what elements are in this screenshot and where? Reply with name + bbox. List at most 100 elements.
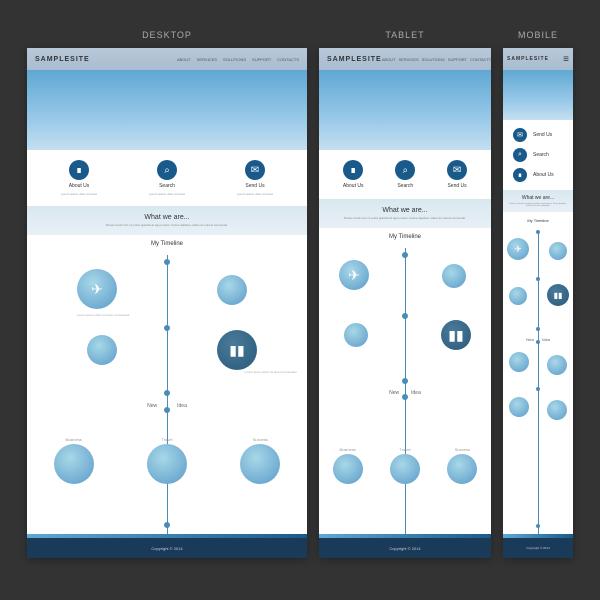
feature-sub: Lorem ipsum dolor sit amet bbox=[237, 192, 273, 196]
timeline-dot bbox=[536, 277, 540, 281]
timeline-node-chart[interactable]: ▮▮ bbox=[547, 284, 569, 306]
cat-circle bbox=[333, 454, 363, 484]
cat-business[interactable]: Business bbox=[54, 437, 94, 484]
timeline-title: My Timeline bbox=[503, 218, 573, 223]
nav-solutions[interactable]: SOLUTIONS bbox=[422, 57, 445, 62]
timeline-dot bbox=[402, 313, 408, 319]
about-section: What we are... Donec id elit non mi port… bbox=[503, 190, 573, 212]
cat-travel[interactable]: Travel bbox=[390, 447, 420, 484]
timeline-dot bbox=[402, 394, 408, 400]
split-right: Idea bbox=[542, 337, 550, 342]
feature-title: About Us bbox=[343, 183, 364, 189]
timeline-node-plane[interactable]: ✈ bbox=[339, 260, 369, 290]
feature-title: About Us bbox=[533, 172, 554, 178]
nav-solutions[interactable]: SOLUTIONS bbox=[223, 57, 246, 62]
timeline-dot bbox=[164, 390, 170, 396]
copyright: Copyright © 2014 bbox=[151, 546, 182, 551]
timeline-node[interactable] bbox=[547, 355, 567, 375]
about-text: Donec id elit non mi porta gravida at eg… bbox=[327, 216, 483, 220]
timeline: My Timeline ✈ ▮▮ New Idea bbox=[503, 212, 573, 534]
device-label-desktop: DESKTOP bbox=[142, 30, 192, 40]
timeline-node-plane[interactable]: ✈ bbox=[77, 269, 117, 309]
timeline-dot bbox=[536, 524, 540, 528]
nav-contacts[interactable]: CONTACTS bbox=[277, 57, 299, 62]
timeline-node[interactable] bbox=[509, 397, 529, 417]
feature-send[interactable]: ✉ Send Us bbox=[447, 160, 467, 189]
cat-circle bbox=[390, 454, 420, 484]
copyright: Copyright © 2014 bbox=[526, 546, 549, 550]
feature-about[interactable]: ∎ About Us Lorem ipsum dolor sit amet bbox=[61, 160, 97, 196]
mail-icon: ✉ bbox=[513, 128, 527, 142]
timeline-categories: Business Travel Success bbox=[319, 447, 491, 484]
feature-sub: Lorem ipsum dolor sit amet bbox=[149, 192, 185, 196]
timeline-title: My Timeline bbox=[319, 234, 491, 240]
brand[interactable]: SAMPLESITE bbox=[35, 56, 90, 63]
nav: ABOUT SERVICES SOLUTIONS SUPPORT CONTACT… bbox=[177, 57, 299, 62]
header: SAMPLESITE ABOUT SERVICES SOLUTIONS SUPP… bbox=[319, 48, 491, 70]
footer: Copyright © 2014 bbox=[319, 538, 491, 558]
mobile-mockup: SAMPLESITE ≡ ✉Send Us ⌕Search ∎About Us … bbox=[503, 48, 573, 558]
timeline-node[interactable] bbox=[344, 323, 368, 347]
timeline-dot bbox=[536, 230, 540, 234]
nav-services[interactable]: SERVICES bbox=[197, 57, 217, 62]
feature-search[interactable]: ⌕Search bbox=[513, 148, 549, 162]
nav-contacts[interactable]: CONTACTS bbox=[470, 57, 492, 62]
feature-search[interactable]: ⌕ Search bbox=[395, 160, 415, 189]
about-section: What we are... Donec id elit non mi port… bbox=[27, 206, 307, 235]
timeline-node[interactable] bbox=[549, 242, 567, 260]
cat-travel[interactable]: Travel bbox=[147, 437, 187, 484]
hero-banner bbox=[27, 70, 307, 150]
hamburger-icon[interactable]: ≡ bbox=[563, 54, 569, 65]
brand[interactable]: SAMPLESITE bbox=[327, 56, 382, 63]
cat-label: Business bbox=[340, 447, 356, 452]
about-heading: What we are... bbox=[35, 214, 299, 221]
header: SAMPLESITE ≡ bbox=[503, 48, 573, 70]
timeline-title: My Timeline bbox=[27, 241, 307, 247]
nav-support[interactable]: SUPPORT bbox=[252, 57, 271, 62]
feature-search[interactable]: ⌕ Search Lorem ipsum dolor sit amet bbox=[149, 160, 185, 196]
chart-icon: ▮▮ bbox=[448, 327, 463, 344]
features-col: ✉ Send Us ⌕Search ∎About Us bbox=[503, 120, 573, 190]
feature-title: Send Us bbox=[447, 183, 466, 189]
timeline-node-chart[interactable]: ▮▮ bbox=[217, 330, 257, 370]
timeline-node[interactable] bbox=[87, 335, 117, 365]
timeline-node[interactable] bbox=[217, 275, 247, 305]
cat-business[interactable]: Business bbox=[333, 447, 363, 484]
timeline: My Timeline ✈ Lorem ipsum dolor sit amet… bbox=[27, 235, 307, 534]
book-icon: ∎ bbox=[343, 160, 363, 180]
hero-banner bbox=[319, 70, 491, 150]
feature-send[interactable]: ✉ Send Us Lorem ipsum dolor sit amet bbox=[237, 160, 273, 196]
feature-send[interactable]: ✉ Send Us bbox=[513, 128, 552, 142]
feature-title: Search bbox=[397, 183, 413, 189]
nav-about[interactable]: ABOUT bbox=[382, 57, 396, 62]
timeline-dot bbox=[164, 325, 170, 331]
search-icon: ⌕ bbox=[395, 160, 415, 180]
nav-services[interactable]: SERVICES bbox=[399, 57, 419, 62]
brand[interactable]: SAMPLESITE bbox=[507, 56, 549, 62]
nav-support[interactable]: SUPPORT bbox=[448, 57, 467, 62]
timeline-node[interactable] bbox=[509, 287, 527, 305]
timeline-node[interactable] bbox=[547, 400, 567, 420]
timeline-node-chart[interactable]: ▮▮ bbox=[441, 320, 471, 350]
hero-banner bbox=[503, 70, 573, 120]
timeline-desc: Lorem ipsum dolor sit amet consectetur bbox=[237, 370, 297, 374]
timeline-node-plane[interactable]: ✈ bbox=[507, 238, 529, 260]
chart-icon: ▮▮ bbox=[229, 342, 244, 359]
book-icon: ∎ bbox=[69, 160, 89, 180]
cat-success[interactable]: Success bbox=[240, 437, 280, 484]
feature-about[interactable]: ∎About Us bbox=[513, 168, 554, 182]
timeline-node[interactable] bbox=[509, 352, 529, 372]
timeline-desc: Lorem ipsum dolor sit amet consectetur bbox=[77, 313, 137, 317]
nav: ABOUT SERVICES SOLUTIONS SUPPORT CONTACT… bbox=[382, 57, 492, 62]
nav-about[interactable]: ABOUT bbox=[177, 57, 191, 62]
cat-success[interactable]: Success bbox=[447, 447, 477, 484]
feature-title: Search bbox=[533, 152, 549, 158]
feature-title: Send Us bbox=[533, 132, 552, 138]
cat-circle bbox=[147, 444, 187, 484]
timeline-dot bbox=[536, 340, 540, 344]
mail-icon: ✉ bbox=[447, 160, 467, 180]
plane-icon: ✈ bbox=[91, 281, 103, 298]
timeline-dot bbox=[536, 387, 540, 391]
timeline-node[interactable] bbox=[442, 264, 466, 288]
feature-about[interactable]: ∎ About Us bbox=[343, 160, 364, 189]
